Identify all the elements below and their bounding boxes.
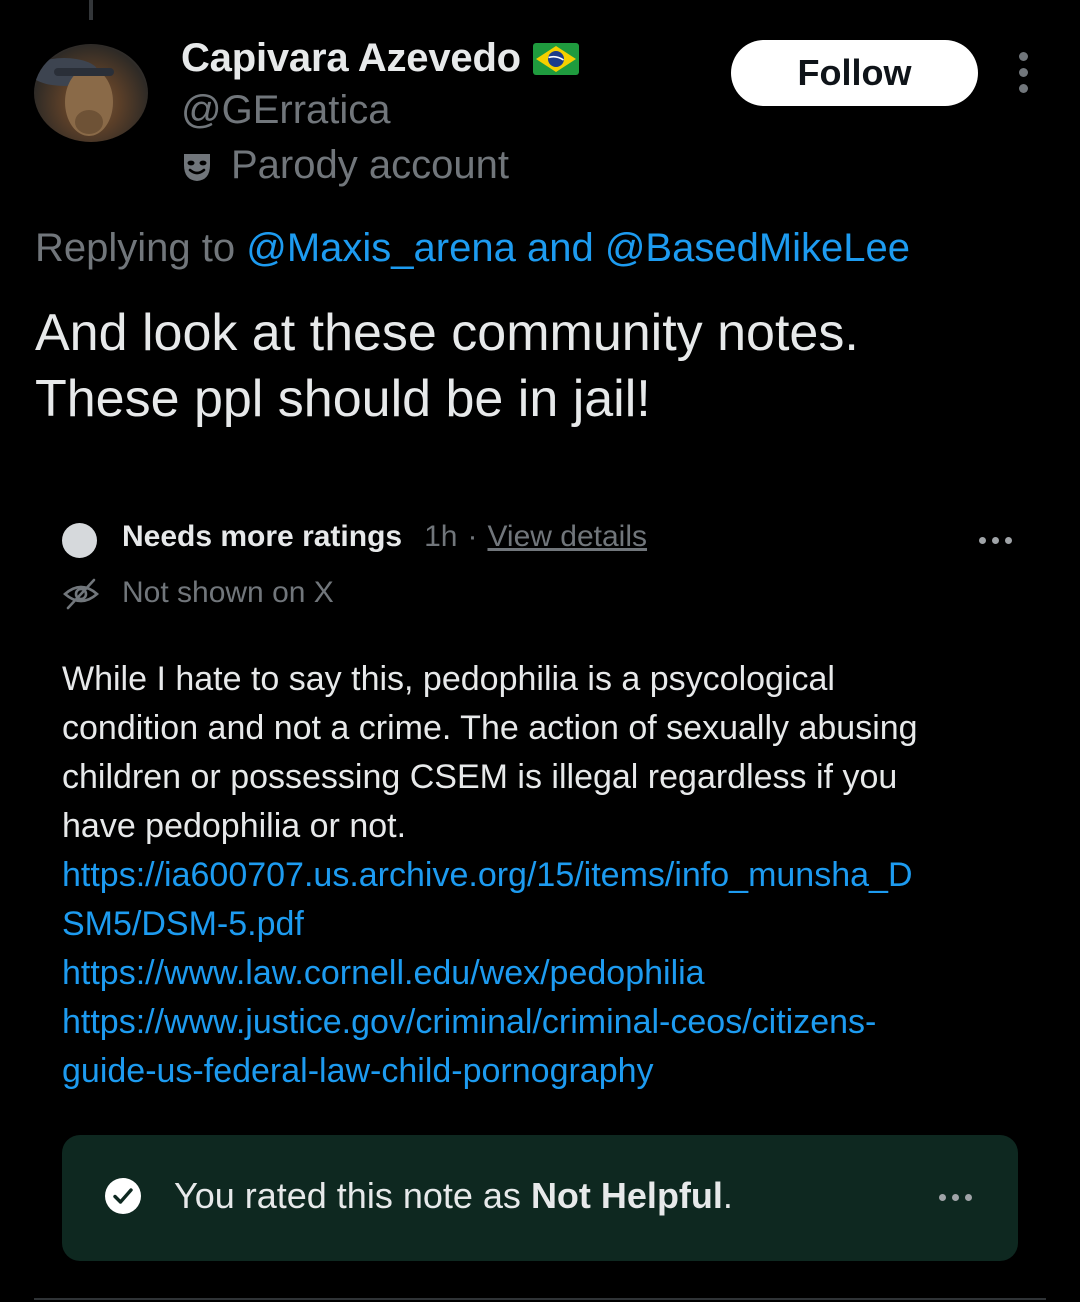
note-text-line: children or possessing CSEM is illegal r… — [62, 758, 898, 796]
parody-mask-icon — [184, 153, 210, 181]
tweet-text-line: And look at these community notes. — [35, 304, 859, 362]
note-source-link[interactable]: https://ia600707.us.archive.org/15/items… — [62, 851, 1042, 900]
rating-banner: You rated this note as Not Helpful. — [62, 1135, 1018, 1261]
replying-prefix: Replying to — [35, 226, 247, 270]
rating-suffix: . — [722, 1175, 733, 1216]
eye-off-icon — [63, 578, 99, 610]
rating-value: Not Helpful — [530, 1175, 723, 1216]
user-handle[interactable]: @GErratica — [181, 88, 391, 133]
check-circle-icon — [105, 1178, 141, 1214]
note-timestamp: 1h — [424, 520, 458, 553]
note-text-line: While I hate to say this, pedophilia is … — [62, 660, 835, 698]
note-source-link[interactable]: guide-us-federal-law-child-pornography — [62, 1047, 1042, 1096]
rating-more-icon[interactable] — [939, 1194, 972, 1201]
capybara-avatar-image — [34, 58, 114, 136]
rating-prefix: You rated this note as — [174, 1175, 531, 1216]
note-body: While I hate to say this, pedophilia is … — [62, 655, 1042, 1096]
avatar[interactable] — [34, 44, 148, 142]
brazil-flag-icon — [532, 42, 579, 75]
divider — [34, 1298, 1046, 1300]
mention-conjunction[interactable]: and — [516, 226, 605, 270]
mention-link[interactable]: @BasedMikeLee — [605, 226, 910, 270]
parody-account-label: Parody account — [231, 143, 509, 187]
note-status-label: Needs more ratings — [122, 520, 403, 553]
follow-button[interactable]: Follow — [731, 40, 978, 106]
note-source-link[interactable]: https://www.justice.gov/criminal/crimina… — [62, 998, 1042, 1047]
tweet-text-line: These ppl should be in jail! — [35, 370, 651, 428]
display-name[interactable]: Capivara Azevedo — [181, 36, 521, 81]
replying-to: Replying to @Maxis_arena and @BasedMikeL… — [35, 226, 910, 271]
note-status-icon — [62, 523, 97, 558]
thread-connector-line — [89, 0, 93, 20]
note-source-link[interactable]: SM5/DSM-5.pdf — [62, 900, 1042, 949]
note-separator: · — [467, 520, 478, 553]
mention-link[interactable]: @Maxis_arena — [246, 226, 516, 270]
note-source-link[interactable]: https://www.law.cornell.edu/wex/pedophil… — [62, 949, 1042, 998]
note-text-line: have pedophilia or not. — [62, 807, 407, 845]
tweet-text: And look at these community notes. These… — [35, 300, 1045, 432]
view-details-link[interactable]: View details — [487, 520, 647, 554]
rating-text: You rated this note as Not Helpful. — [174, 1175, 733, 1217]
note-status-row: Needs more ratings 1h · View details — [122, 520, 647, 554]
note-more-icon[interactable] — [979, 537, 1012, 544]
note-visibility: Not shown on X — [122, 576, 334, 609]
more-options-icon[interactable] — [1012, 52, 1036, 94]
note-text-line: condition and not a crime. The action of… — [62, 709, 918, 747]
